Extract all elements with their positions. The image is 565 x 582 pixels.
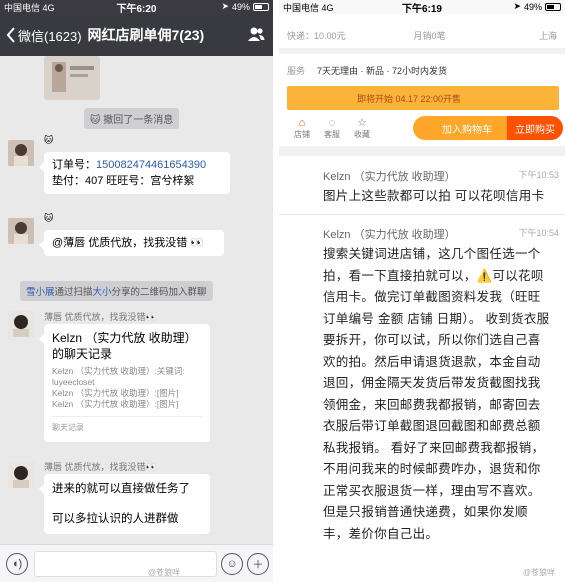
back-button[interactable]: 微信(1623)	[0, 26, 82, 45]
watermark: @苍狼咩	[148, 568, 181, 577]
avatar[interactable]	[8, 218, 34, 244]
back-label: 微信(1623)	[18, 28, 82, 44]
message-text: 搜索关键词进店铺，这几个图任选一个拍，看一下直接拍就可以，⚠️可以花呗信用卡。做…	[323, 247, 550, 541]
shop-button[interactable]: ⌂ 店铺	[287, 117, 317, 140]
message-text: 图片上这些款都可以拍 可以花呗信用卡	[323, 189, 545, 203]
more-button[interactable]: ＋	[247, 553, 269, 575]
shop-icon: ⌂	[298, 116, 306, 129]
avatar[interactable]	[8, 140, 34, 166]
add-to-cart-button[interactable]: 加入购物车	[413, 116, 521, 140]
people-icon	[248, 27, 265, 41]
chat-history-card[interactable]: Kelzn （实力代放 收助理）的聊天记录 Kelzn （实力代放 收助理）:关…	[39, 324, 210, 442]
battery-percent: 49%	[231, 1, 250, 12]
action-bar: ⌂ 店铺 ◌ 客服 ☆ 收藏 加入购物车 立即购买	[279, 112, 565, 144]
star-icon: ☆	[357, 117, 367, 129]
mention-message[interactable]: @薄唇 优质代放，找我没错 👀	[39, 230, 224, 256]
smile-icon: ☺	[226, 558, 238, 570]
inviter-link[interactable]: 雪小展	[26, 287, 55, 298]
battery-icon	[253, 2, 269, 11]
battery-icon	[545, 2, 561, 11]
join-notice: 雪小展通过扫描大小分享的二维码加入群聊	[20, 281, 213, 301]
chat-title: 网红店刷单佣7(23)	[87, 27, 205, 43]
service-button[interactable]: ◌ 客服	[317, 117, 347, 140]
card-preview: Kelzn （实力代放 收助理）:关键词: luyeecloset Kelzn …	[52, 366, 185, 409]
eyes-emoji-icon: 👀	[190, 237, 204, 249]
emoji-icon: 🐱	[90, 115, 101, 126]
avatar[interactable]	[8, 462, 34, 488]
status-bar: 中国电信 4G 下午6:20 ➤ 49%	[0, 0, 273, 15]
owner-link[interactable]: 大小	[93, 287, 112, 298]
location-icon: ➤	[221, 1, 229, 11]
shipping-row: 快递：10.00元 月销0笔 上海	[287, 30, 557, 41]
avatar[interactable]	[8, 311, 34, 337]
favorite-button[interactable]: ☆ 收藏	[347, 116, 377, 140]
card-title: Kelzn （实力代放 收助理）的聊天记录	[52, 331, 197, 361]
recall-notice: 🐱 撤回了一条消息	[84, 108, 180, 129]
order-message[interactable]: 订单号：150082474461654390 垫付：407 旺旺号：宫兮梓絮	[39, 152, 230, 194]
sender-emoji-icon: 🐱	[44, 135, 54, 145]
service-row[interactable]: 服务 7天无理由 · 新品 · 72小时内发货	[279, 62, 565, 78]
sender-name: 薄唇 优质代放，找我没错👀	[44, 312, 157, 322]
voice-button[interactable]: ◖)	[6, 553, 28, 575]
input-bar: ◖) @苍狼咩 ☺ ＋	[0, 544, 273, 582]
location-icon: ➤	[513, 1, 521, 11]
eyes-emoji-icon: 👀	[145, 312, 157, 322]
shared-image[interactable]	[44, 56, 100, 100]
order-number[interactable]: 150082474461654390	[96, 159, 206, 171]
battery-percent: 49%	[523, 1, 542, 12]
emoji-button[interactable]: ☺	[221, 553, 243, 575]
message-time: 下午10:54	[518, 228, 559, 238]
sender-emoji-icon: 🐱	[44, 213, 54, 223]
chevron-left-icon	[6, 27, 15, 43]
chat-screenshot-screen: 中国电信 4G 下午6:19 ➤ 49% 快递：10.00元 月销0笔 上海 服…	[279, 0, 565, 582]
card-footer: 聊天记录	[52, 416, 202, 436]
message-input[interactable]	[34, 551, 217, 577]
sender-name: 薄唇 优质代放，找我没错👀	[44, 462, 157, 472]
presale-banner: 即将开始 04.17 22:00开售	[287, 86, 559, 110]
wechat-screen: 中国电信 4G 下午6:20 ➤ 49% 微信(1623) 网红店刷单佣7(23…	[0, 0, 273, 582]
sender-name: Kelzn （实力代放 收助理）	[323, 171, 456, 183]
voice-icon: ◖)	[11, 558, 23, 570]
sender-name: Kelzn （实力代放 收助理）	[323, 229, 456, 241]
group-members-button[interactable]	[247, 26, 265, 47]
task-message[interactable]: 进来的就可以直接做任务了 可以多拉认识的人进群做	[39, 474, 210, 534]
plus-icon: ＋	[252, 559, 264, 571]
status-bar: 中国电信 4G 下午6:19 ➤ 49%	[279, 0, 565, 15]
buy-now-button[interactable]: 立即购买	[507, 116, 563, 140]
eyes-emoji-icon: 👀	[145, 462, 157, 472]
message-time: 下午10:53	[518, 170, 559, 180]
watermark: @苍狼咩	[522, 568, 555, 577]
chat-header: 微信(1623) 网红店刷单佣7(23)	[0, 14, 273, 56]
chat-icon: ◌	[328, 116, 336, 129]
